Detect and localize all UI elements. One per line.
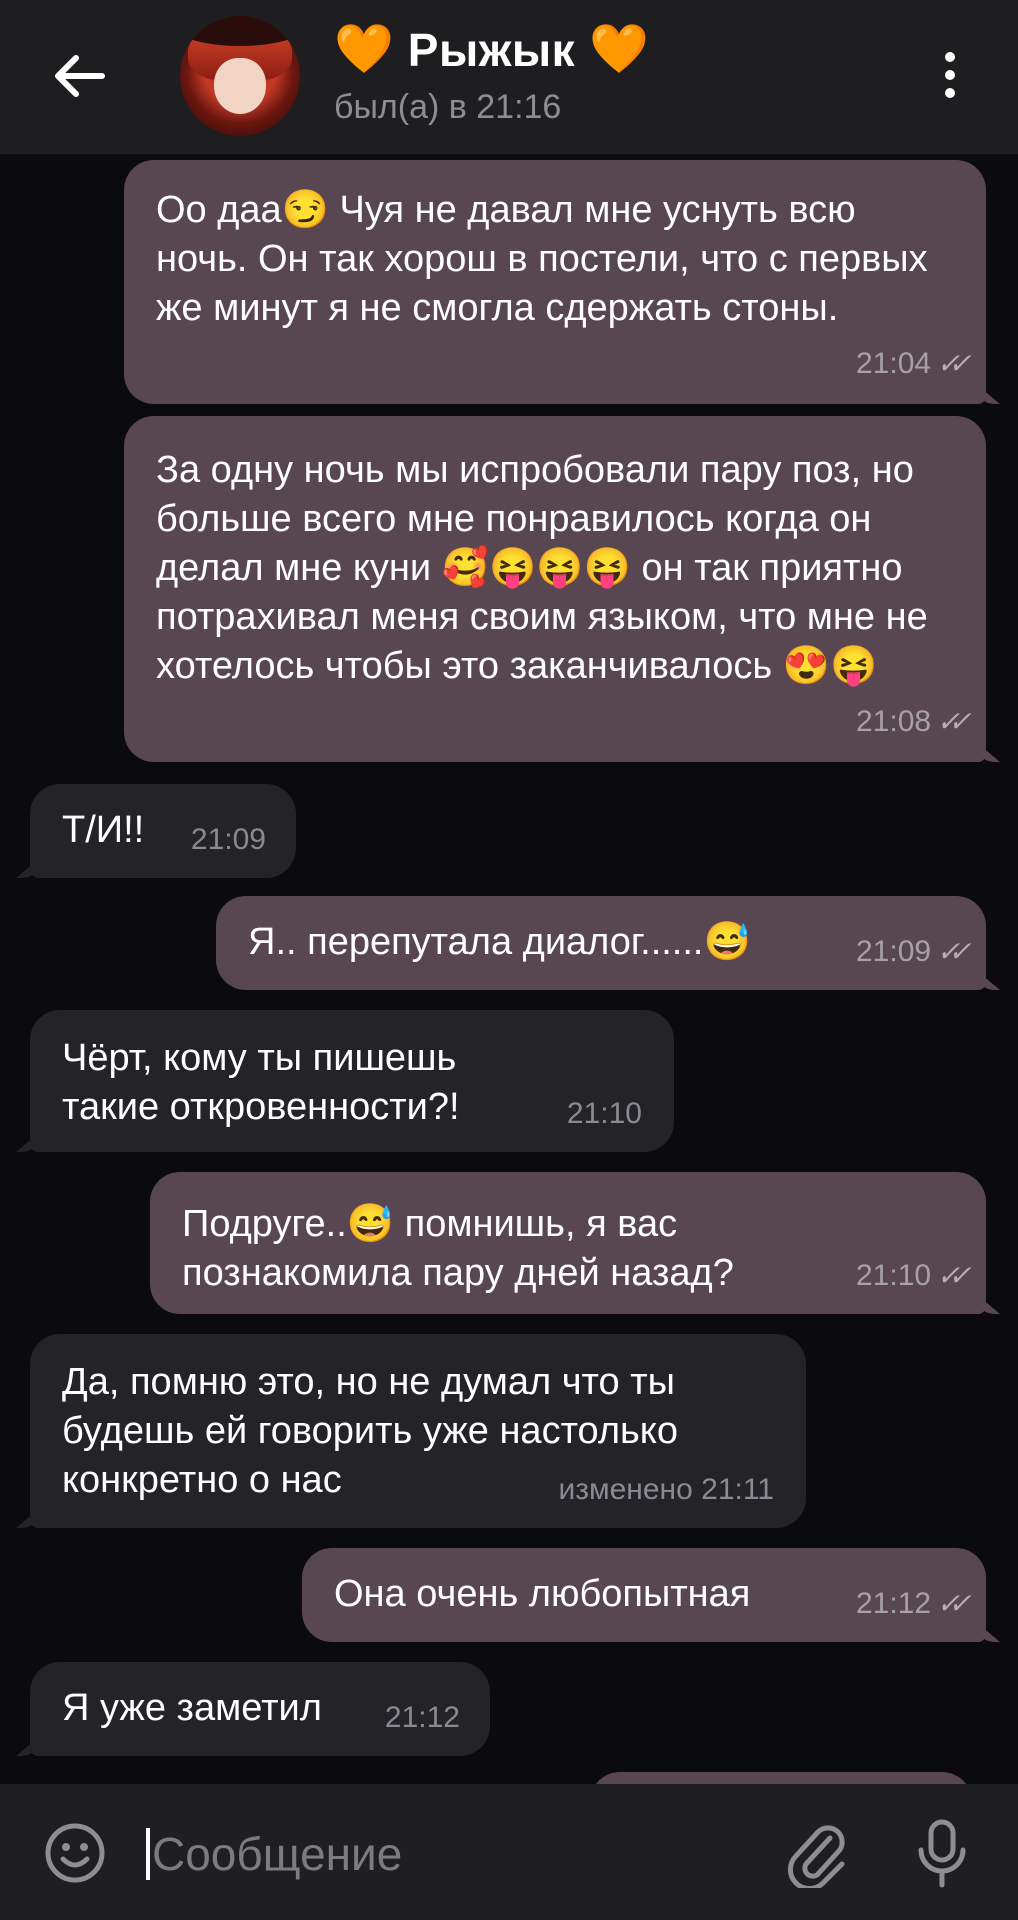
message-time: 21:10 xyxy=(566,1097,642,1130)
message-meta: 21:09 ✓✓ xyxy=(856,927,966,976)
message-outgoing[interactable]: За одну ночь мы испробовали пару поз, но… xyxy=(124,416,986,762)
message-time: изменено 21:11 xyxy=(558,1473,774,1506)
contact-avatar[interactable] xyxy=(180,16,300,136)
message-outgoing[interactable]: Она очень любопытная 21:12 ✓✓ xyxy=(302,1548,986,1642)
attach-button[interactable] xyxy=(784,1818,850,1892)
microphone-icon xyxy=(918,1819,966,1888)
orange-heart-icon: 🧡 xyxy=(589,23,649,76)
double-check-icon: ✓✓ xyxy=(935,348,966,379)
message-time: 21:09 xyxy=(856,935,932,968)
last-seen-status: был(а) в 21:16 xyxy=(334,88,562,126)
message-text: Чёрт, кому ты пишешь такие откровенности… xyxy=(62,1037,460,1128)
message-time: 21:09 xyxy=(190,823,266,856)
message-meta: 21:08 ✓✓ xyxy=(856,697,966,746)
arrow-left-icon xyxy=(55,55,105,97)
smile-icon xyxy=(45,1823,105,1883)
message-incoming[interactable]: Я уже заметил 21:12 xyxy=(30,1662,490,1756)
message-time: 21:10 xyxy=(856,1259,932,1292)
message-input[interactable] xyxy=(150,1818,754,1890)
double-check-icon: ✓✓ xyxy=(935,936,966,967)
message-incoming[interactable]: Да, помню это, но не думал что ты будешь… xyxy=(30,1334,806,1528)
chat-header: 🧡 Рыжык 🧡 был(а) в 21:16 xyxy=(0,0,1018,155)
message-meta: 21:10 ✓✓ xyxy=(856,1251,966,1300)
message-time: 21:04 xyxy=(856,347,932,380)
message-meta: 21:09 xyxy=(191,815,266,864)
double-check-icon: ✓✓ xyxy=(935,1588,966,1619)
emoji-button[interactable] xyxy=(44,1822,106,1884)
message-meta: 21:10 xyxy=(567,1089,642,1138)
message-time: 21:12 xyxy=(384,1701,460,1734)
more-vertical-icon xyxy=(930,52,970,98)
chat-title[interactable]: 🧡 Рыжык 🧡 xyxy=(334,20,649,80)
message-incoming[interactable]: Т/И!! 21:09 xyxy=(30,784,296,878)
message-text: Я.. перепутала диалог......😅 xyxy=(248,921,751,963)
avatar-face xyxy=(214,58,266,114)
message-text: Оо даа😏 Чуя не давал мне уснуть всю ночь… xyxy=(156,189,928,329)
contact-name: Рыжык xyxy=(407,24,576,76)
double-check-icon: ✓✓ xyxy=(935,1260,966,1291)
message-meta: 21:12 xyxy=(385,1693,460,1742)
message-meta: 21:04 ✓✓ xyxy=(856,339,966,388)
voice-record-button[interactable] xyxy=(914,1818,970,1890)
message-incoming[interactable]: Чёрт, кому ты пишешь такие откровенности… xyxy=(30,1010,674,1152)
double-check-icon: ✓✓ xyxy=(935,706,966,737)
message-text: Подруге..😅 помнишь, я вас познакомила па… xyxy=(182,1203,734,1294)
more-options-button[interactable] xyxy=(930,48,970,104)
message-time: 21:12 xyxy=(856,1587,932,1620)
message-composer xyxy=(0,1784,1018,1920)
message-outgoing[interactable]: Оо даа😏 Чуя не давал мне уснуть всю ночь… xyxy=(124,160,986,404)
orange-heart-icon: 🧡 xyxy=(334,23,394,76)
message-outgoing[interactable]: Подруге..😅 помнишь, я вас познакомила па… xyxy=(150,1172,986,1314)
message-meta: 21:12 ✓✓ xyxy=(856,1579,966,1628)
message-time: 21:08 xyxy=(856,705,932,738)
paperclip-icon xyxy=(787,1825,845,1892)
message-text: За одну ночь мы испробовали пару поз, но… xyxy=(156,449,928,687)
back-button[interactable] xyxy=(48,50,108,102)
message-outgoing[interactable]: Я.. перепутала диалог......😅 21:09 ✓✓ xyxy=(216,896,986,990)
message-meta: изменено 21:11 xyxy=(558,1465,774,1514)
